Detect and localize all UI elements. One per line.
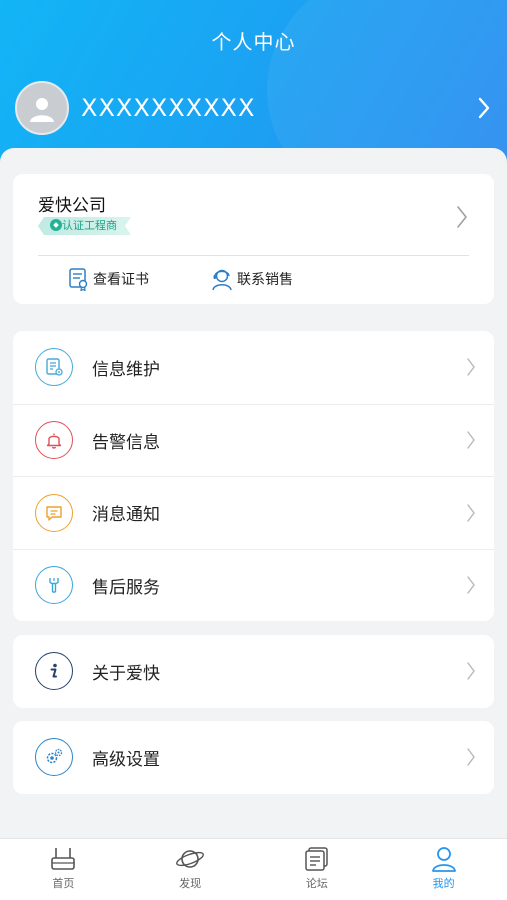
contact-sales-label: 联系销售 — [237, 272, 293, 288]
certificate-icon — [69, 268, 88, 291]
tab-label: 首页 — [52, 877, 75, 890]
company-name: 爱快公司 — [38, 196, 106, 216]
menu-item-label: 高级设置 — [92, 749, 160, 770]
divider — [38, 255, 469, 256]
tab-home[interactable]: 首页 — [0, 839, 127, 900]
content-panel: 爱快公司 认证工程商 查看证书 联系销售 信息维护 告警信息 消息通知 售后服务… — [0, 148, 507, 838]
gears-icon — [35, 738, 73, 777]
sales-contact-icon — [212, 269, 232, 291]
tab-label: 论坛 — [305, 877, 328, 890]
menu-group: 关于爱快 — [13, 635, 494, 708]
menu-item-about[interactable]: 关于爱快 — [13, 635, 494, 708]
wrench-icon — [35, 566, 73, 605]
menu-item-notifications[interactable]: 消息通知 — [13, 476, 494, 549]
bell-icon — [35, 421, 73, 460]
person-icon — [431, 847, 456, 872]
forum-icon — [305, 847, 328, 871]
chevron-right-icon — [467, 748, 475, 766]
tab-mine[interactable]: 我的 — [380, 839, 507, 900]
user-avatar-icon — [15, 81, 69, 135]
menu-item-label: 售后服务 — [92, 577, 160, 598]
message-icon — [35, 493, 73, 532]
tab-label: 发现 — [179, 877, 202, 890]
menu-item-info-maintenance[interactable]: 信息维护 — [13, 331, 494, 404]
menu-item-label: 信息维护 — [92, 359, 160, 380]
chevron-right-icon — [457, 206, 467, 228]
username: XXXXXXXXXX — [81, 94, 256, 122]
menu-item-advanced-settings[interactable]: 高级设置 — [13, 721, 494, 794]
menu-group: 信息维护 告警信息 消息通知 售后服务 — [13, 331, 494, 621]
profile-row[interactable]: XXXXXXXXXX — [15, 80, 492, 136]
view-certificate-button[interactable]: 查看证书 — [68, 266, 149, 292]
menu-item-label: 消息通知 — [92, 505, 160, 526]
menu-item-label: 关于爱快 — [92, 663, 160, 684]
page-title: 个人中心 — [211, 30, 296, 54]
chevron-right-icon — [478, 97, 490, 119]
badge-check-icon — [50, 219, 62, 231]
certified-badge: 认证工程商 — [38, 216, 131, 236]
menu-item-after-sales[interactable]: 售后服务 — [13, 548, 494, 622]
tab-forum[interactable]: 论坛 — [254, 839, 381, 900]
info-edit-icon — [35, 348, 73, 387]
chevron-right-icon — [467, 662, 475, 680]
menu-group: 高级设置 — [13, 721, 494, 794]
tab-discover[interactable]: 发现 — [127, 839, 254, 900]
menu-item-alarm-info[interactable]: 告警信息 — [13, 403, 494, 477]
bottom-tab-bar: 首页 发现 论坛 我的 — [0, 838, 507, 900]
view-certificate-label: 查看证书 — [93, 272, 149, 288]
company-card[interactable]: 爱快公司 认证工程商 查看证书 联系销售 — [13, 174, 494, 304]
info-icon — [35, 652, 73, 691]
chevron-right-icon — [467, 576, 475, 594]
router-icon — [51, 848, 76, 870]
menu-item-label: 告警信息 — [92, 432, 160, 453]
chevron-right-icon — [467, 504, 475, 522]
tab-label: 我的 — [432, 877, 455, 890]
planet-icon — [176, 850, 205, 868]
chevron-right-icon — [467, 431, 475, 449]
chevron-right-icon — [467, 358, 475, 376]
contact-sales-button[interactable]: 联系销售 — [210, 266, 293, 292]
